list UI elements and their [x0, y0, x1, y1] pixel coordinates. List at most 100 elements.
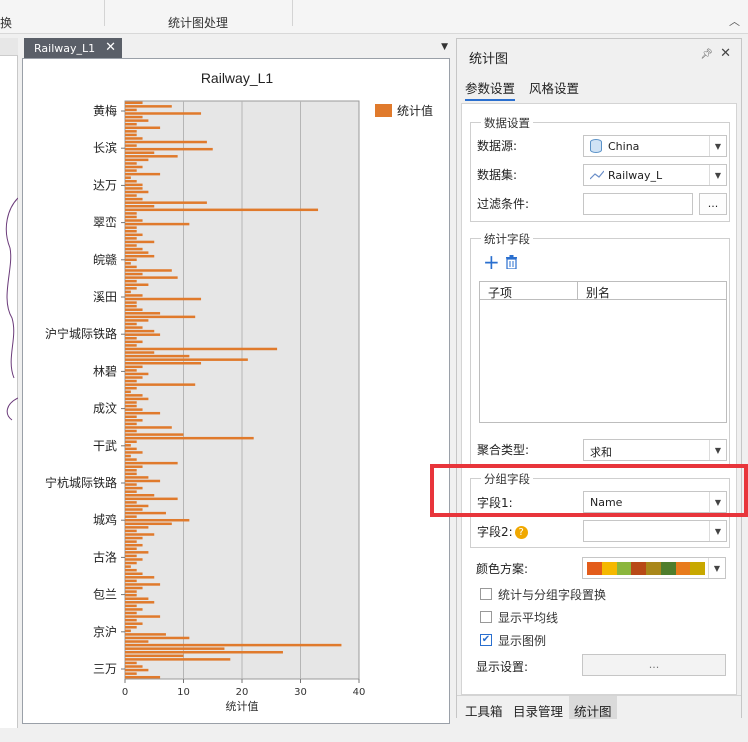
- bar: [125, 458, 137, 461]
- chart-view[interactable]: Railway_L1 黄梅 长滨 达万 翠峦 皖赣 溪田 沪宁城际铁路 林碧 成汶 干武 宁杭城际铁…: [22, 58, 450, 724]
- help-icon[interactable]: ?: [514, 526, 528, 539]
- stat-fields-title: 统计字段: [481, 231, 533, 247]
- bar: [125, 287, 137, 290]
- pin-icon[interactable]: 📌︎: [700, 49, 713, 60]
- collapse-ribbon-icon[interactable]: ︿: [729, 13, 740, 29]
- display-settings-button[interactable]: ...: [582, 654, 726, 676]
- bar: [125, 351, 155, 354]
- field2-select[interactable]: ▼: [583, 520, 727, 542]
- delete-icon[interactable]: [505, 255, 518, 269]
- y-tick-label: 溪田: [93, 290, 117, 304]
- bar: [125, 226, 137, 229]
- bar: [125, 219, 143, 222]
- bar: [125, 201, 207, 204]
- aggregate-label: 聚合类型:: [477, 443, 530, 457]
- bar: [125, 415, 137, 419]
- field2-label-wrap: 字段2:?: [477, 523, 528, 540]
- bar: [125, 508, 143, 511]
- chevron-down-icon: ▼: [709, 165, 726, 185]
- bar: [125, 579, 137, 583]
- bar: [125, 162, 137, 165]
- color-swatch: [660, 562, 676, 575]
- bar: [125, 194, 137, 197]
- aggregate-value: 求和: [590, 446, 612, 459]
- column-header-alias[interactable]: 别名: [578, 282, 726, 300]
- tab-style-settings[interactable]: 风格设置: [529, 78, 579, 97]
- color-swatch: [675, 562, 691, 575]
- filter-browse-button[interactable]: ...: [699, 193, 727, 215]
- bar: [125, 451, 143, 454]
- close-tab-icon[interactable]: ✕: [105, 40, 116, 55]
- bar: [125, 115, 143, 119]
- tab-toolbox[interactable]: 工具箱: [465, 701, 503, 720]
- y-tick-label: 干武: [93, 439, 117, 453]
- bar: [125, 611, 137, 615]
- y-tick-label: 沪宁城际铁路: [45, 326, 117, 341]
- tab-list-dropdown-icon[interactable]: ▼: [441, 42, 448, 52]
- dataset-select[interactable]: Railway_L ▼: [583, 164, 727, 186]
- bar: [125, 501, 137, 504]
- bar: [125, 404, 137, 408]
- bar: [125, 294, 143, 297]
- display-settings-label: 显示设置:: [476, 660, 529, 674]
- swap-fields-checkbox[interactable]: [480, 588, 492, 600]
- y-tick-label: 达万: [93, 178, 117, 192]
- color-swatch: [601, 562, 617, 575]
- bar: [125, 661, 137, 665]
- legend-swatch: [375, 104, 392, 117]
- bar: [125, 518, 190, 522]
- bar: [125, 622, 143, 625]
- bar: [125, 440, 137, 443]
- bar: [125, 426, 172, 429]
- bar: [125, 636, 190, 640]
- data-settings-title: 数据设置: [481, 115, 533, 131]
- legend-label: 统计值: [397, 103, 433, 118]
- bar: [125, 361, 202, 365]
- add-icon[interactable]: +: [483, 252, 500, 272]
- filter-input[interactable]: [583, 193, 693, 215]
- parameter-settings-body: 数据设置 数据源: China ▼ 数据集: Railway_L ▼ 过滤条件:…: [461, 103, 737, 695]
- tab-catalog[interactable]: 目录管理: [513, 701, 563, 720]
- aggregate-select[interactable]: 求和 ▼: [583, 439, 727, 461]
- bar: [125, 504, 149, 508]
- bar: [125, 254, 155, 258]
- bar: [125, 322, 137, 326]
- bar: [125, 358, 248, 361]
- y-tick-label: 城鸡: [93, 512, 117, 527]
- bar: [125, 269, 172, 272]
- stat-fields-table[interactable]: 子项 别名: [479, 281, 727, 423]
- color-scheme-label: 颜色方案:: [476, 562, 529, 576]
- dataset-value: Railway_L: [608, 169, 663, 182]
- y-tick-label: 三万: [93, 662, 117, 676]
- bar: [125, 668, 149, 672]
- column-header-item[interactable]: 子项: [480, 282, 578, 300]
- document-tab[interactable]: Railway_L1 ✕: [24, 38, 122, 58]
- datasource-select[interactable]: China ▼: [583, 135, 727, 157]
- show-average-checkbox[interactable]: [480, 611, 492, 623]
- y-tick-label: 皖赣: [93, 253, 117, 267]
- bar: [125, 372, 149, 376]
- bar: [125, 593, 137, 597]
- bar: [125, 604, 137, 608]
- close-panel-icon[interactable]: ✕: [720, 46, 731, 61]
- tab-parameter-settings[interactable]: 参数设置: [465, 78, 515, 97]
- bar: [125, 183, 143, 187]
- color-scheme-select[interactable]: ▼: [582, 557, 726, 579]
- bar: [125, 511, 166, 515]
- bar: [125, 197, 143, 201]
- bar: [125, 187, 143, 190]
- bar: [125, 376, 143, 379]
- bar: [125, 433, 184, 436]
- map-lines: [5, 197, 19, 421]
- bar: [125, 479, 161, 483]
- left-map-pane[interactable]: [0, 38, 19, 728]
- bar: [125, 454, 131, 458]
- chevron-down-icon: ▼: [709, 440, 726, 460]
- bar: [125, 240, 155, 244]
- bar: [125, 590, 137, 593]
- x-axis-ticks: 0 10 20 30 40: [122, 679, 365, 698]
- y-tick-label: 京沪: [93, 625, 117, 639]
- tab-statistics-chart[interactable]: 统计图: [574, 701, 612, 720]
- show-legend-checkbox[interactable]: ✔: [480, 634, 492, 646]
- bar: [125, 369, 137, 372]
